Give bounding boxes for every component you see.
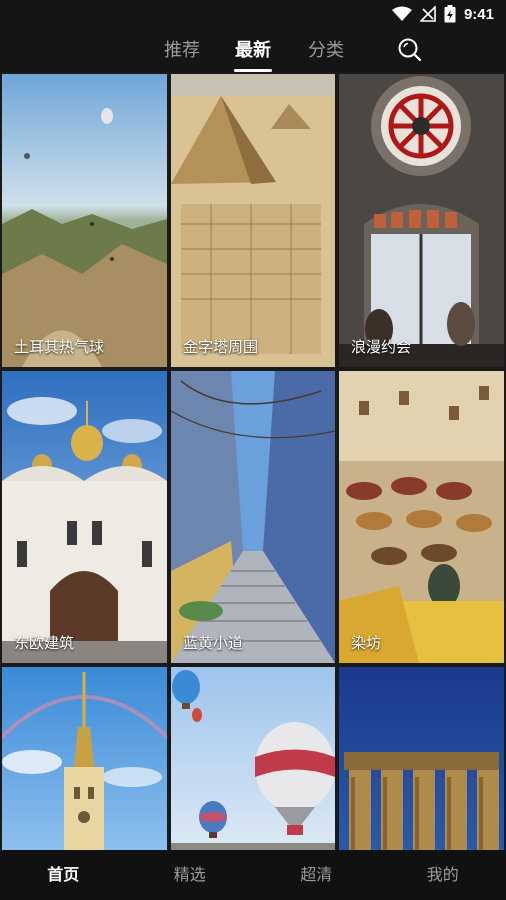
nav-mine[interactable]: 我的: [380, 850, 506, 900]
wifi-icon: [391, 6, 412, 21]
nav-hd[interactable]: 超清: [253, 850, 380, 900]
tile-label: 浪漫约会: [351, 338, 412, 356]
wallpaper-tile-east-europe-architecture[interactable]: 东欧建筑: [2, 371, 167, 663]
tab-latest[interactable]: 最新: [223, 36, 283, 62]
wallpaper-tile-romantic-date[interactable]: 浪漫约会: [339, 74, 504, 367]
temple-ruins-image: [339, 667, 504, 850]
turkey-balloons-image: [2, 74, 167, 367]
wallpaper-tile-spire[interactable]: [2, 667, 167, 850]
status-icons: 9:41: [391, 5, 494, 23]
hot-air-balloons-image: [171, 667, 335, 850]
tab-recommended[interactable]: 推荐: [152, 36, 212, 62]
nav-home[interactable]: 首页: [0, 850, 127, 900]
dye-house-image: [339, 371, 504, 663]
wallpaper-tile-hot-air-balloons[interactable]: [171, 667, 335, 850]
top-tab-bar: 推荐 最新 分类: [0, 28, 506, 72]
wallpaper-tile-pyramids[interactable]: 金字塔周围: [171, 74, 335, 367]
tab-categories[interactable]: 分类: [296, 36, 356, 62]
romantic-date-image: [339, 74, 504, 367]
wallpaper-tile-dye-house[interactable]: 染坊: [339, 371, 504, 663]
no-signal-icon: [419, 6, 436, 22]
search-button[interactable]: [396, 36, 424, 64]
east-europe-architecture-image: [2, 371, 167, 663]
status-time: 9:41: [463, 5, 494, 23]
tile-label: 蓝黄小道: [183, 634, 244, 652]
wallpaper-grid: 土耳其热气球 金字塔周围 浪漫约会 东欧建筑 蓝黄小道 染坊: [0, 72, 506, 850]
bottom-nav: 首页 精选 超清 我的: [0, 850, 506, 900]
wallpaper-tile-turkey-balloons[interactable]: 土耳其热气球: [2, 74, 167, 367]
pyramids-image: [171, 74, 335, 367]
tile-label: 东欧建筑: [14, 634, 75, 652]
nav-featured[interactable]: 精选: [127, 850, 254, 900]
wallpaper-tile-temple-ruins[interactable]: [339, 667, 504, 850]
tile-label: 土耳其热气球: [14, 338, 105, 356]
battery-charging-icon: [444, 5, 456, 23]
tile-label: 金字塔周围: [183, 338, 259, 356]
blue-yellow-alley-image: [171, 371, 335, 663]
spire-image: [2, 667, 167, 850]
wallpaper-tile-blue-yellow-alley[interactable]: 蓝黄小道: [171, 371, 335, 663]
search-icon: [398, 38, 422, 62]
tile-label: 染坊: [351, 634, 382, 652]
status-bar: 9:41: [0, 0, 506, 28]
